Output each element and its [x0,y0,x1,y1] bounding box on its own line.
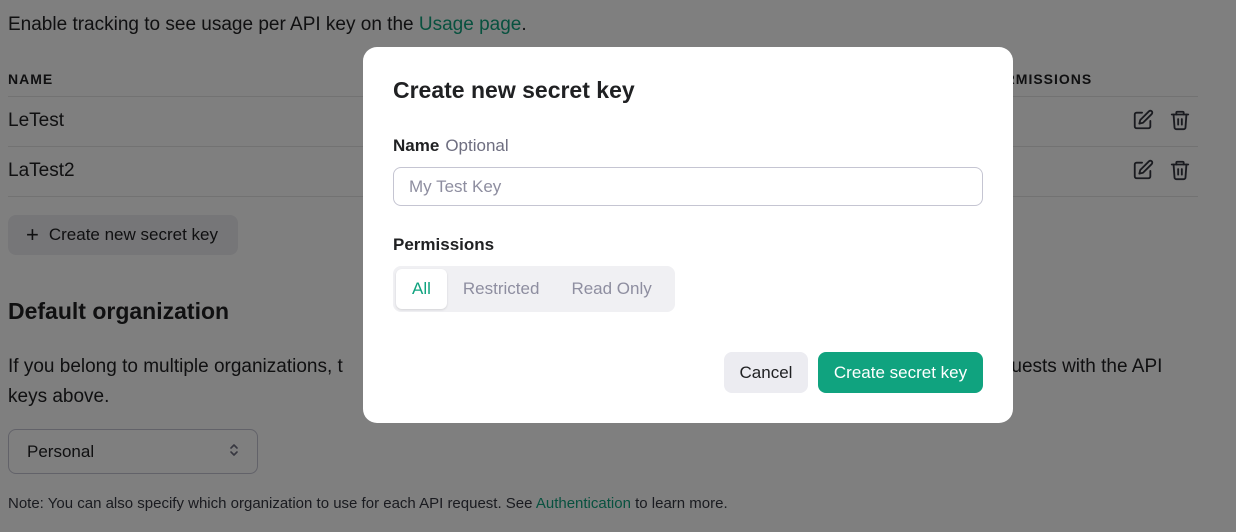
optional-hint: Optional [445,136,509,155]
permissions-segmented-control: All Restricted Read Only [393,266,675,312]
key-name-input[interactable] [393,167,983,206]
name-field-label: Name Optional [393,136,509,156]
api-keys-page: Enable tracking to see usage per API key… [0,0,1236,532]
create-secret-key-dialog: Create new secret key Name Optional Permi… [363,47,1013,423]
dialog-title: Create new secret key [393,77,635,103]
permission-option-restricted[interactable]: Restricted [447,269,556,309]
name-label: Name [393,136,440,155]
cancel-button[interactable]: Cancel [724,352,808,393]
permissions-label: Permissions [393,235,495,254]
permission-option-read-only[interactable]: Read Only [555,269,667,309]
create-secret-key-button[interactable]: Create secret key [818,352,983,393]
permission-option-all[interactable]: All [396,269,447,309]
